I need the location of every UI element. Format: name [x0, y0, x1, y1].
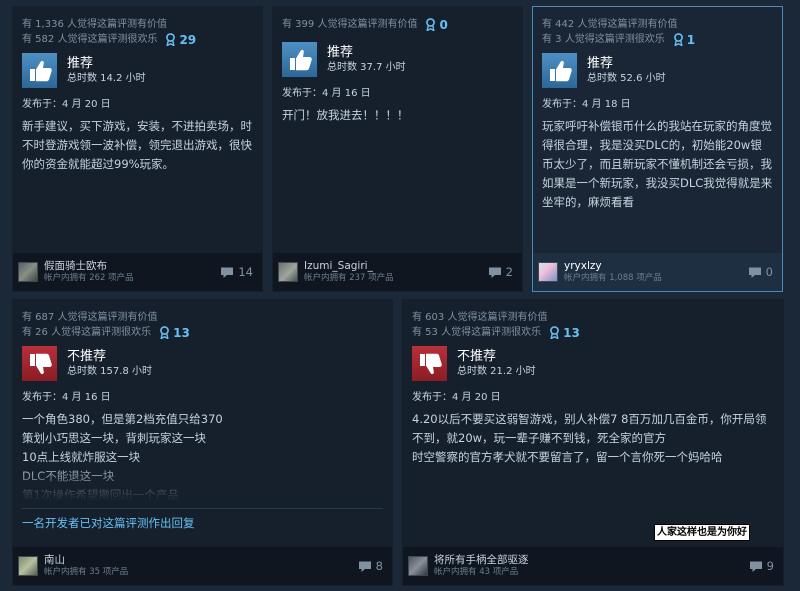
helpful-count: 有 442 人觉得这篇评测有价值 [542, 19, 678, 30]
award-count: 1 [686, 32, 696, 47]
review-author-bar[interactable]: 假面骑士欧布 帐户内拥有 262 项产品 14 [13, 253, 262, 291]
award-count: 29 [179, 32, 197, 47]
award-badge[interactable]: 13 [549, 326, 580, 340]
award-badge[interactable]: 13 [159, 326, 190, 340]
playtime-hours: 总时数 21.2 小时 [457, 366, 536, 377]
funny-count: 有 53 人觉得这篇评测很欢乐 [412, 327, 542, 338]
avatar[interactable] [278, 262, 298, 282]
helpful-count: 有 603 人觉得这篇评测有价值 [412, 312, 548, 323]
helpful-count: 有 399 人觉得这篇评测有价值 [282, 19, 418, 30]
review-card[interactable]: 有 1,336 人觉得这篇评测有价值 有 582 人觉得这篇评测很欢乐 29 推… [12, 6, 263, 292]
helpful-count: 有 687 人觉得这篇评测有价值 [22, 312, 158, 323]
playtime-hours: 总时数 14.2 小时 [67, 73, 146, 84]
award-count: 13 [173, 325, 190, 340]
award-badge[interactable]: 0 [425, 17, 448, 32]
playtime-hours: 总时数 157.8 小时 [67, 366, 152, 377]
avatar[interactable] [18, 262, 38, 282]
avatar[interactable] [18, 556, 38, 576]
award-badge[interactable]: 1 [673, 33, 695, 47]
playtime-hours: 总时数 52.6 小时 [587, 73, 666, 84]
products-owned: 帐户内拥有 262 项产品 [44, 273, 134, 283]
comment-count: 0 [765, 265, 773, 279]
comment-count: 8 [375, 559, 383, 573]
review-text[interactable]: 4.20以后不要买这弱智游戏，别人补偿7 8百万加几百金币，你开局领不到，就20… [412, 410, 774, 467]
thumbs-up-icon [542, 53, 577, 88]
review-card[interactable]: 有 442 人觉得这篇评测有价值 有 3 人觉得这篇评测很欢乐 1 推荐 总时数… [532, 6, 783, 292]
helpful-count: 有 1,336 人觉得这篇评测有价值 [22, 19, 167, 30]
comment-bubble-icon [221, 267, 234, 278]
posted-date: 发布于：4 月 20 日 [412, 392, 501, 403]
award-ribbon-icon [160, 326, 169, 339]
author-name[interactable]: 南山 [44, 554, 358, 567]
posted-date: 发布于：4 月 20 日 [22, 99, 111, 110]
comment-bubble-icon [749, 561, 762, 572]
review-card[interactable]: 有 603 人觉得这篇评测有价值 有 53 人觉得这篇评测很欢乐 13 不推荐 … [402, 299, 784, 586]
review-card[interactable]: 有 687 人觉得这篇评测有价值 有 26 人觉得这篇评测很欢乐 13 不推荐 … [12, 299, 393, 586]
posted-date: 发布于：4 月 16 日 [22, 392, 111, 403]
comment-bubble-icon [488, 267, 501, 278]
verdict-title[interactable]: 不推荐 [67, 348, 152, 365]
verdict-title[interactable]: 推荐 [67, 55, 146, 72]
review-author-bar[interactable]: 将所有手柄全部驱逐 帐户内拥有 43 项产品 9 [403, 547, 783, 585]
thumbs-up-icon [22, 53, 57, 88]
comment-count: 14 [238, 265, 253, 279]
review-text[interactable]: 玩家呼吁补偿银币什么的我站在玩家的角度觉得很合理，我是没买DLC的，初始能20w… [542, 117, 773, 212]
comment-count-button[interactable]: 2 [488, 265, 513, 279]
funny-count: 有 3 人觉得这篇评测很欢乐 [542, 34, 665, 45]
author-name[interactable]: Izumi_Sagiri_ [304, 260, 488, 273]
review-author-bar[interactable]: yryxlzy 帐户内拥有 1,088 项产品 0 [533, 253, 782, 291]
products-owned: 帐户内拥有 35 项产品 [44, 567, 129, 577]
overlay-caption: 人家这样也是为你好 [654, 524, 750, 541]
thumbs-down-icon [22, 346, 57, 381]
thumbs-up-icon [282, 42, 317, 77]
review-text[interactable]: 新手建议，买下游戏，安装，不进拍卖场，时不时登游戏领一波补偿，领完退出游戏，很快… [22, 117, 253, 174]
thumbs-down-icon [412, 346, 447, 381]
comment-count-button[interactable]: 8 [358, 559, 383, 573]
comment-bubble-icon [748, 267, 761, 278]
comment-count-button[interactable]: 9 [749, 559, 774, 573]
funny-count: 有 582 人觉得这篇评测很欢乐 [22, 34, 158, 45]
review-author-bar[interactable]: 南山 帐户内拥有 35 项产品 8 [13, 547, 392, 585]
review-text[interactable]: 开门！放我进去！！！！ [282, 106, 513, 125]
products-owned: 帐户内拥有 43 项产品 [434, 567, 519, 577]
award-ribbon-icon [550, 326, 559, 339]
author-name[interactable]: 假面骑士欧布 [44, 260, 220, 273]
award-ribbon-icon [426, 18, 436, 31]
posted-date: 发布于：4 月 16 日 [282, 88, 371, 99]
author-name[interactable]: yryxlzy [564, 260, 748, 273]
avatar[interactable] [538, 262, 558, 282]
verdict-title[interactable]: 不推荐 [457, 348, 536, 365]
comment-count-button[interactable]: 0 [748, 265, 773, 279]
playtime-hours: 总时数 37.7 小时 [327, 62, 406, 73]
developer-reply-link[interactable]: 一名开发者已对这篇评测作出回复 [22, 508, 383, 531]
posted-date: 发布于：4 月 18 日 [542, 99, 631, 110]
award-ribbon-icon [166, 33, 176, 46]
products-owned: 帐户内拥有 1,088 项产品 [564, 273, 662, 283]
comment-bubble-icon [358, 561, 371, 572]
award-count: 0 [439, 17, 448, 32]
author-name[interactable]: 将所有手柄全部驱逐 [434, 554, 749, 567]
comment-count-button[interactable]: 14 [220, 265, 253, 279]
award-badge[interactable]: 29 [165, 33, 196, 47]
text-fade [13, 461, 392, 501]
award-count: 13 [563, 325, 580, 340]
comment-count: 9 [766, 559, 774, 573]
award-ribbon-icon [673, 33, 683, 46]
avatar[interactable] [408, 556, 428, 576]
review-author-bar[interactable]: Izumi_Sagiri_ 帐户内拥有 237 项产品 2 [273, 253, 522, 291]
products-owned: 帐户内拥有 237 项产品 [304, 273, 394, 283]
funny-count: 有 26 人觉得这篇评测很欢乐 [22, 327, 152, 338]
verdict-title[interactable]: 推荐 [327, 44, 406, 61]
review-card[interactable]: 有 399 人觉得这篇评测有价值 0 推荐 总时数 37.7 小时 发布于：4 … [272, 6, 523, 292]
verdict-title[interactable]: 推荐 [587, 55, 666, 72]
comment-count: 2 [505, 265, 513, 279]
